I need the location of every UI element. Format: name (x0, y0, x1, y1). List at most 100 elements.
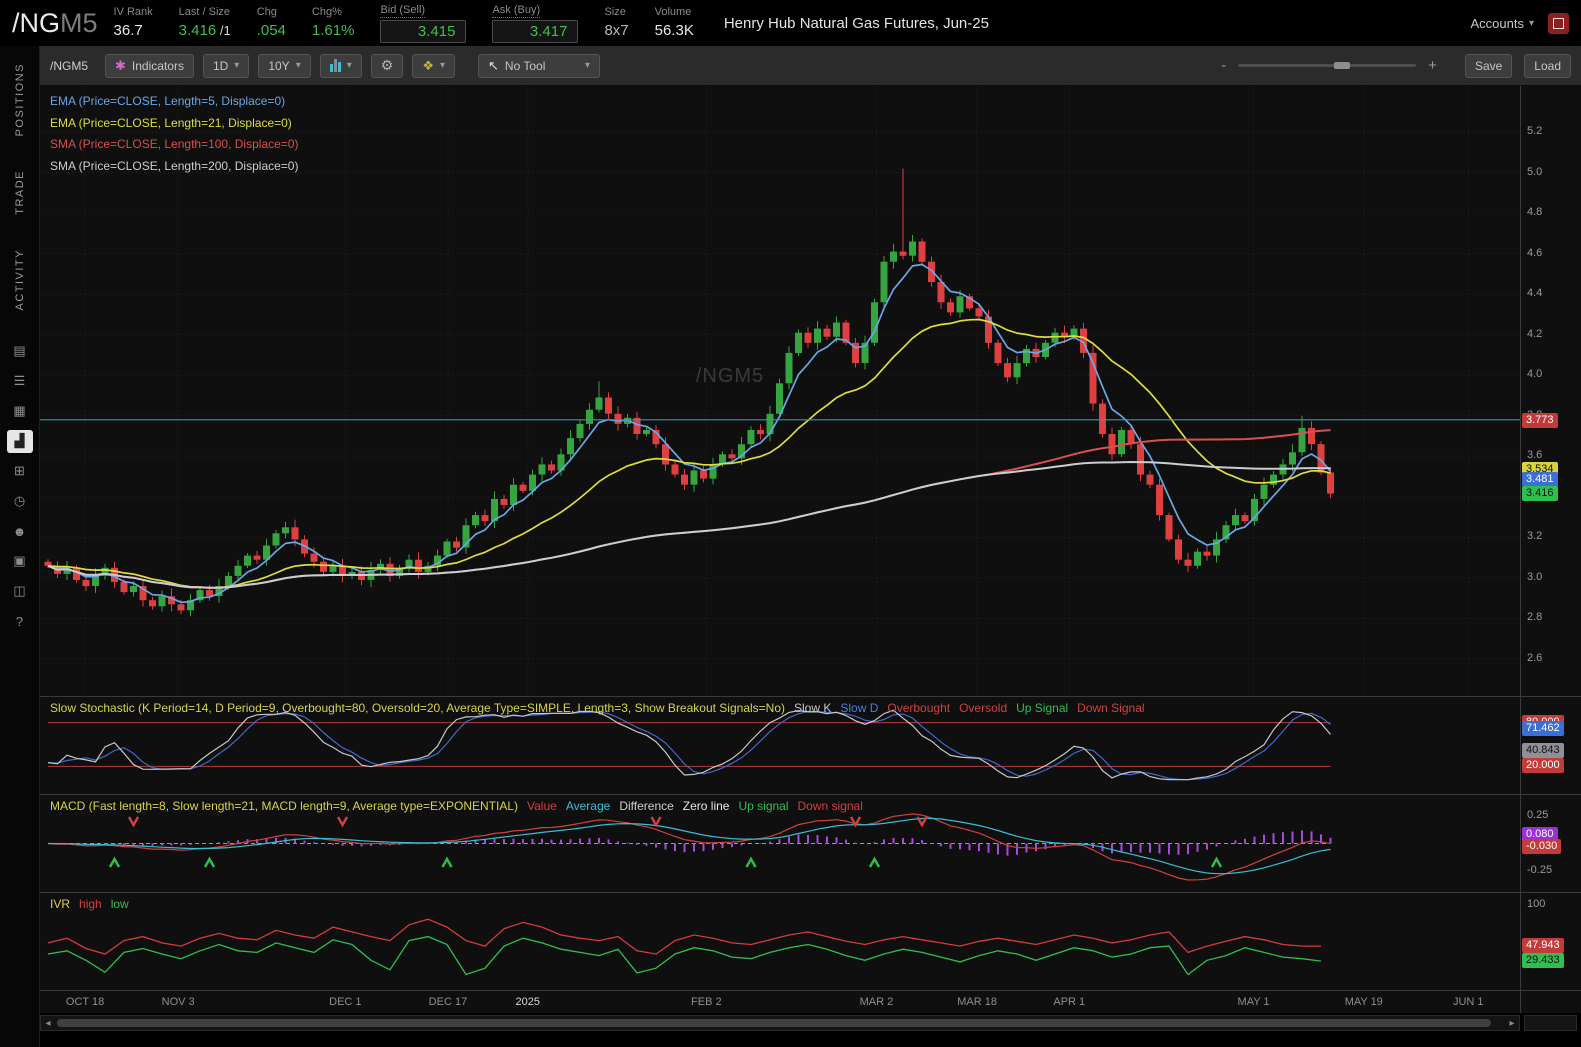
corner-app-icon (1553, 17, 1564, 29)
indicators-button[interactable]: ✱ Indicators (105, 53, 194, 78)
quote-field-label: IV Rank (113, 6, 153, 18)
time-axis[interactable]: OCT 18 NOV 3 DEC 1 DEC 17 2025 FEB 2 MAR 2 MAR … (40, 990, 1520, 1013)
legend-item: Zero line (682, 799, 730, 813)
ivr-canvas[interactable] (40, 893, 1520, 990)
sidebar-tab-activity[interactable]: ACTIVITY (14, 249, 26, 311)
users-icon[interactable]: ☻ (7, 520, 33, 543)
ivr-high-line (47, 918, 1321, 955)
calendar-icon[interactable]: ▦ (7, 400, 33, 423)
time-axis-label: MAY 19 (1344, 996, 1383, 1008)
quote-field-box[interactable]: 3.415 (380, 19, 467, 43)
grid-icon[interactable]: ⊞ (7, 460, 33, 483)
drawing-tool-value: No Tool (504, 58, 546, 73)
stochastic-panel: Slow Stochastic (K Period=14, D Period=9… (40, 696, 1520, 794)
quote-field-label: Bid (Sell) (380, 3, 426, 18)
price-tick: 3.6 (1527, 449, 1543, 462)
indicators-icon: ✱ (115, 57, 126, 73)
chart-icon[interactable]: ▟ (6, 429, 33, 453)
legend-item: Value (527, 799, 557, 813)
price-tick: 4.0 (1527, 368, 1543, 381)
chart-symbol-label: /NGM5 (50, 58, 89, 73)
legend-item: Oversold (959, 701, 1008, 715)
time-axis-label: MAR 2 (859, 996, 894, 1008)
quote-field-chg: Chg .054 (257, 6, 286, 40)
sidebar-tab-trade[interactable]: TRADE (14, 170, 26, 215)
help-icon[interactable]: ? (7, 610, 33, 633)
stochastic-title: Slow Stochastic (K Period=14, D Period=9… (50, 701, 785, 715)
scrollbar-corner (1524, 1015, 1577, 1031)
drawing-set-icon: ❖ (422, 57, 434, 73)
scrollbar-thumb[interactable] (57, 1019, 1491, 1027)
quote-field-box[interactable]: 3.417 (492, 19, 579, 43)
quote-field-value: 36.7 (113, 22, 143, 39)
save-button[interactable]: Save (1464, 53, 1513, 78)
list-icon[interactable]: ☰ (7, 370, 33, 393)
symbol-contract: M5 (60, 7, 98, 38)
zoom-slider-handle[interactable] (1334, 62, 1351, 69)
chart-toolbar: /NGM5 ✱ Indicators 1D ▾ 10Y ▾ ▾ ⚙ ❖ ▾ ↖ … (40, 46, 1581, 86)
time-axis-corner (1520, 990, 1581, 1013)
save-label: Save (1474, 58, 1503, 73)
widget-icon[interactable]: ◫ (7, 580, 33, 603)
accounts-dropdown[interactable]: Accounts ▾ (1470, 16, 1534, 31)
time-axis-label: OCT 18 (65, 996, 105, 1008)
price-tick: 5.0 (1527, 165, 1543, 178)
quote-field-ask-buy-: Ask (Buy) 3.417 (492, 4, 579, 43)
study-label: EMA (Price=CLOSE, Length=21, Displace=0) (50, 115, 292, 130)
chart-scrollbar[interactable]: ◂ ▸ (40, 1015, 1520, 1031)
zoom-slider[interactable] (1238, 62, 1417, 69)
scroll-left-button[interactable]: ◂ (41, 1016, 55, 1030)
stochastic-badge: 71.462 (1522, 720, 1564, 736)
price-axis-main: 5.25.04.84.64.44.24.03.83.63.43.23.02.82… (1521, 86, 1581, 696)
macd-tick: -0.25 (1527, 864, 1553, 876)
chart-settings-button[interactable]: ⚙ (370, 53, 404, 78)
sidebar-tabs: POSITIONS TRADE ACTIVITY (14, 46, 26, 328)
zoom-out-button[interactable]: - (1221, 57, 1226, 74)
gear-icon: ⚙ (380, 57, 394, 73)
ivr-badge: 29.433 (1522, 952, 1564, 968)
price-axis[interactable]: 5.25.04.84.64.44.24.03.83.63.43.23.02.82… (1520, 86, 1581, 990)
package-icon[interactable]: ▣ (7, 550, 33, 573)
price-tick: 2.6 (1527, 652, 1543, 665)
timeframe-dropdown[interactable]: 1D ▾ (202, 53, 250, 78)
macd-up-signal (868, 856, 881, 868)
quote-field-volume: Volume 56.3K (655, 6, 694, 40)
ivr-panel: IVR high low (40, 892, 1520, 990)
chart-style-dropdown[interactable]: ▾ (319, 53, 362, 78)
price-panel: /NGM5 EMA (Price=CLOSE, Length=5, Displa… (40, 86, 1520, 696)
stochastic-badge: 20.000 (1522, 758, 1564, 774)
sidebar-tab-positions[interactable]: POSITIONS (14, 63, 26, 136)
chevron-down-icon: ▾ (584, 60, 590, 71)
load-button[interactable]: Load (1524, 53, 1571, 78)
corner-app-button[interactable] (1548, 12, 1569, 34)
price-tick: 2.8 (1527, 611, 1543, 624)
symbol-root: /NG (12, 7, 61, 38)
chart-area: /NGM5 EMA (Price=CLOSE, Length=5, Displa… (40, 86, 1520, 990)
macd-up-signal (441, 856, 453, 868)
legend-item: high (79, 897, 102, 911)
range-dropdown[interactable]: 10Y ▾ (258, 53, 311, 78)
drawing-tool-dropdown[interactable]: ↖ No Tool ▾ (478, 53, 600, 78)
clock-icon[interactable]: ◷ (7, 490, 33, 513)
macd-up-signal (1210, 856, 1223, 868)
scroll-right-button[interactable]: ▸ (1505, 1016, 1519, 1030)
sidebar-icons: ▤ ☰ ▦ ▟ ⊞ ◷ ☻ ▣ ◫? (6, 340, 33, 633)
left-sidebar: POSITIONS TRADE ACTIVITY ▤ ☰ ▦ ▟ ⊞ ◷ ☻ ▣ ◫? (0, 46, 40, 1047)
macd-up-signal (108, 856, 121, 868)
quote-field-value: 3.416 /1 (178, 22, 231, 39)
quote-field-value: 3.415 (417, 22, 456, 40)
chevron-down-icon: ▾ (234, 60, 240, 71)
zoom-in-button[interactable]: + (1428, 57, 1437, 74)
chevron-down-icon: ▾ (439, 60, 445, 71)
cursor-icon: ↖ (488, 57, 499, 73)
legend-item: Up Signal (1016, 701, 1069, 715)
ivr-title: IVR (50, 897, 71, 911)
quote-field-value: .054 (256, 22, 286, 39)
study-label: EMA (Price=CLOSE, Length=5, Displace=0) (50, 94, 286, 108)
time-axis-label: DEC 17 (428, 996, 468, 1008)
drawing-set-dropdown[interactable]: ❖ ▾ (412, 53, 455, 78)
legend-item: low (110, 897, 129, 911)
document-icon[interactable]: ▤ (7, 340, 33, 363)
macd-panel: MACD (Fast length=8, Slow length=21, MAC… (40, 794, 1520, 892)
price-chart-canvas[interactable]: /NGM5 (40, 86, 1520, 696)
